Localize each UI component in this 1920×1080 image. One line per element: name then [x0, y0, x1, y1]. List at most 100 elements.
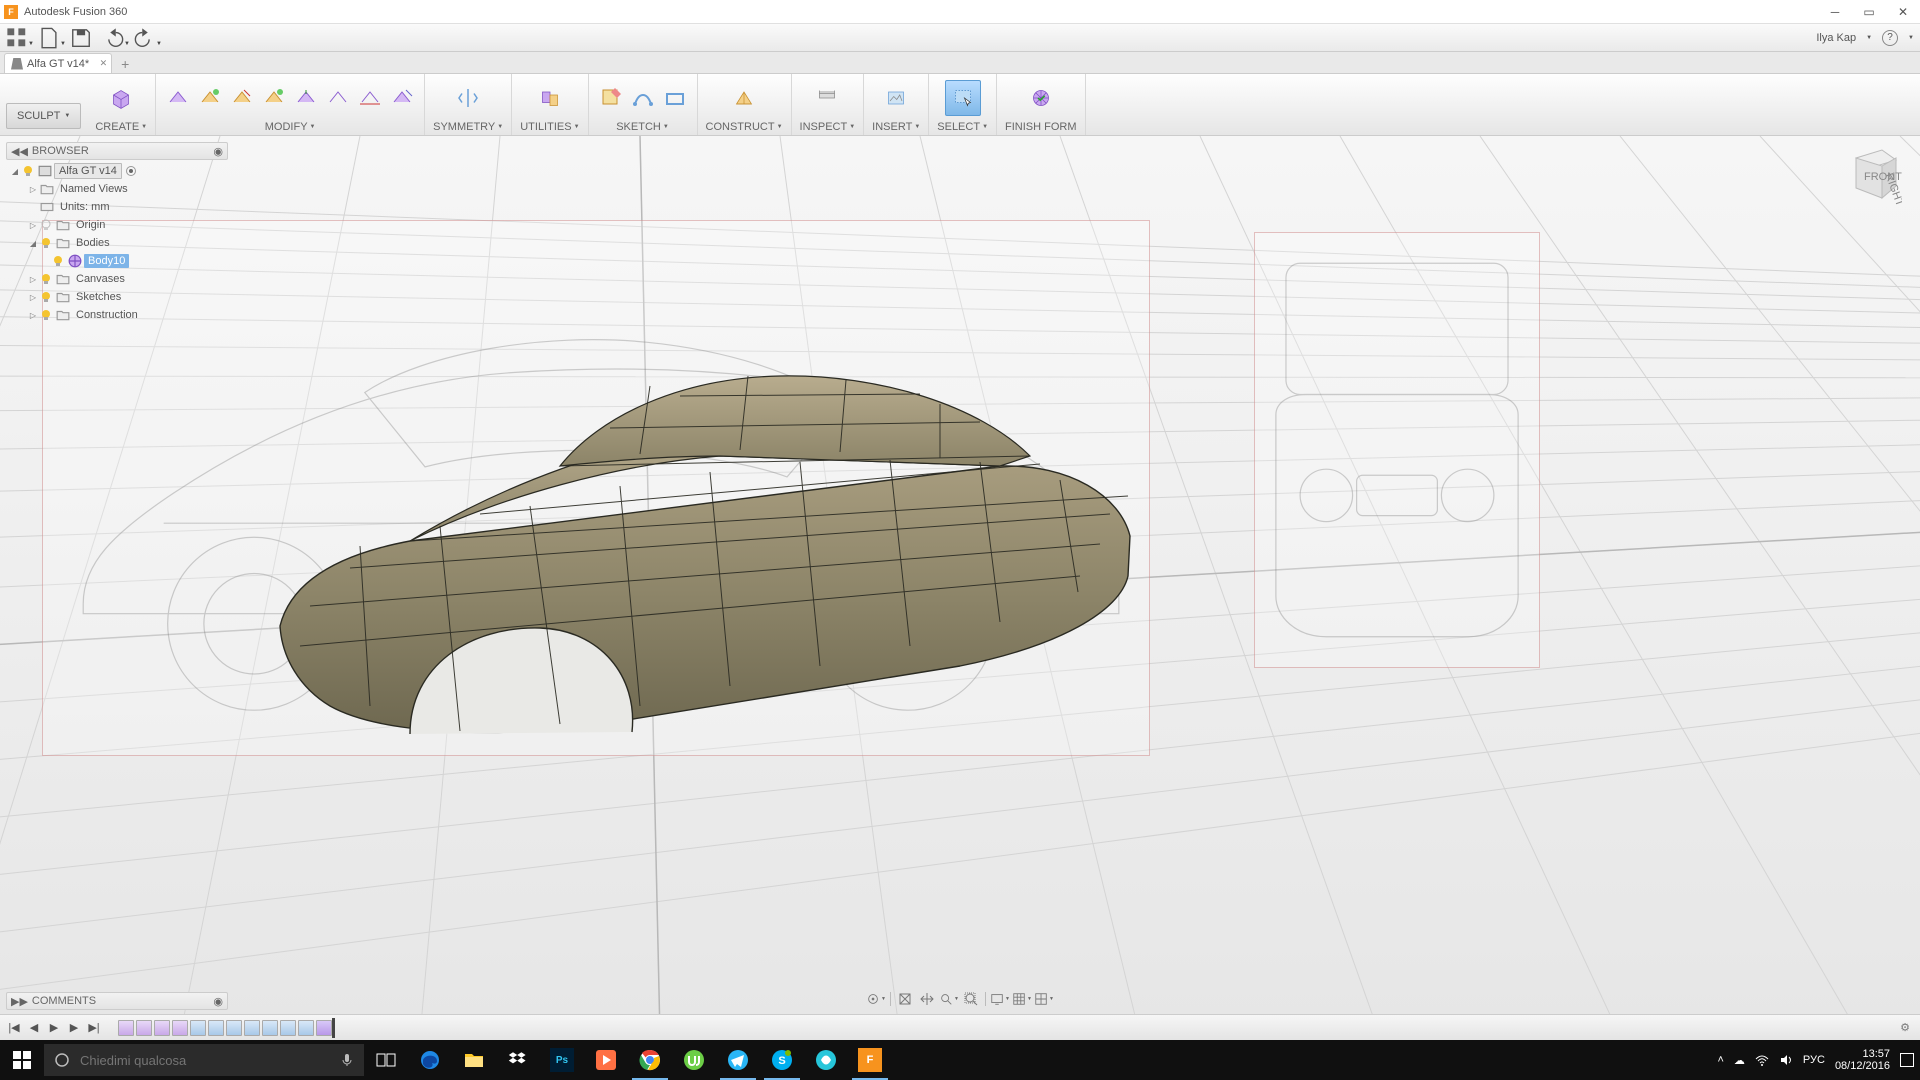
finish-form-button[interactable]	[1023, 80, 1059, 116]
new-tab-button[interactable]: +	[116, 55, 134, 73]
construct-button[interactable]	[726, 80, 762, 116]
timeline-forward-button[interactable]: ▶	[66, 1020, 82, 1036]
modify-tool-2[interactable]	[196, 84, 224, 112]
sketch-tool-3[interactable]	[661, 84, 689, 112]
taskbar-utorrent[interactable]	[672, 1040, 716, 1080]
timeline-item[interactable]	[118, 1020, 134, 1036]
viewport-layout-button[interactable]: ▼	[1034, 990, 1054, 1008]
orbit-button[interactable]: ▼	[866, 990, 886, 1008]
symmetry-button[interactable]	[450, 80, 486, 116]
collapse-icon[interactable]: ◀◀	[11, 145, 28, 158]
tray-onedrive-icon[interactable]: ☁	[1734, 1054, 1745, 1067]
tree-canvases[interactable]: ▷ Canvases	[6, 270, 228, 288]
viewcube[interactable]: FRONT RIGHT	[1836, 144, 1902, 210]
tree-named-views[interactable]: ▷ Named Views	[6, 180, 228, 198]
comments-panel[interactable]: ▶▶ COMMENTS ◉	[6, 992, 228, 1010]
timeline-item[interactable]	[298, 1020, 314, 1036]
modify-tool-8[interactable]	[388, 84, 416, 112]
maximize-button[interactable]: ▭	[1852, 0, 1886, 24]
panel-settings-icon[interactable]: ◉	[213, 995, 223, 1008]
tray-language[interactable]: РУС	[1803, 1054, 1825, 1066]
timeline-item[interactable]	[190, 1020, 206, 1036]
task-view-button[interactable]	[364, 1040, 408, 1080]
cortana-search[interactable]	[44, 1044, 364, 1076]
tree-body10[interactable]: Body10	[6, 252, 228, 270]
zoom-button[interactable]: ▼	[939, 990, 959, 1008]
viewport[interactable]: FRONT RIGHT ◀◀ BROWSER ◉ ◢ Alfa GT v14 ▷…	[0, 136, 1920, 1038]
visibility-icon[interactable]	[40, 291, 52, 303]
taskbar-edge[interactable]	[408, 1040, 452, 1080]
sketch-tool-1[interactable]	[597, 84, 625, 112]
close-button[interactable]: ✕	[1886, 0, 1920, 24]
visibility-icon[interactable]	[22, 165, 34, 177]
modify-tool-6[interactable]	[324, 84, 352, 112]
taskbar-app[interactable]	[804, 1040, 848, 1080]
timeline-item[interactable]	[154, 1020, 170, 1036]
user-name[interactable]: Ilya Kap	[1816, 32, 1856, 44]
tray-volume-icon[interactable]	[1779, 1053, 1793, 1067]
activate-radio[interactable]	[126, 166, 136, 176]
modify-tool-3[interactable]	[228, 84, 256, 112]
tree-construction[interactable]: ▷ Construction	[6, 306, 228, 324]
app-menu-button[interactable]: ▼	[6, 27, 28, 49]
tab-close-button[interactable]: ✕	[100, 58, 108, 69]
timeline-item[interactable]	[226, 1020, 242, 1036]
timeline-item[interactable]	[172, 1020, 188, 1036]
new-file-button[interactable]: ▼	[38, 27, 60, 49]
timeline-item[interactable]	[208, 1020, 224, 1036]
modify-tool-4[interactable]	[260, 84, 288, 112]
mic-icon[interactable]	[340, 1053, 354, 1067]
visibility-icon[interactable]	[40, 273, 52, 285]
timeline-settings-button[interactable]: ⚙	[1896, 1019, 1914, 1037]
create-box-button[interactable]	[103, 80, 139, 116]
timeline-item[interactable]	[280, 1020, 296, 1036]
start-button[interactable]	[0, 1040, 44, 1080]
look-at-button[interactable]	[895, 990, 915, 1008]
taskbar-telegram[interactable]	[716, 1040, 760, 1080]
grid-settings-button[interactable]: ▼	[1012, 990, 1032, 1008]
visibility-icon[interactable]	[40, 309, 52, 321]
timeline-end-button[interactable]: ▶|	[86, 1020, 102, 1036]
inspect-button[interactable]	[809, 80, 845, 116]
document-tab[interactable]: Alfa GT v14* ✕	[4, 53, 112, 73]
taskbar-fusion[interactable]: F	[848, 1040, 892, 1080]
timeline-playhead[interactable]	[332, 1018, 335, 1038]
modify-tool-1[interactable]	[164, 84, 192, 112]
visibility-icon[interactable]	[40, 237, 52, 249]
sketch-tool-2[interactable]	[629, 84, 657, 112]
timeline-item[interactable]	[262, 1020, 278, 1036]
taskbar-explorer[interactable]	[452, 1040, 496, 1080]
insert-button[interactable]	[878, 80, 914, 116]
tray-wifi-icon[interactable]	[1755, 1053, 1769, 1067]
timeline-play-button[interactable]: ▶	[46, 1020, 62, 1036]
taskbar-media[interactable]	[584, 1040, 628, 1080]
visibility-icon[interactable]	[52, 255, 64, 267]
visibility-icon[interactable]	[40, 219, 52, 231]
tree-root[interactable]: ◢ Alfa GT v14	[6, 162, 228, 180]
timeline-item[interactable]	[244, 1020, 260, 1036]
taskbar-dropbox[interactable]	[496, 1040, 540, 1080]
modify-tool-7[interactable]	[356, 84, 384, 112]
taskbar-skype[interactable]: S	[760, 1040, 804, 1080]
redo-button[interactable]: ▼	[134, 27, 156, 49]
save-button[interactable]	[70, 27, 92, 49]
tspline-body[interactable]	[240, 346, 1150, 746]
taskbar-photoshop[interactable]: Ps	[540, 1040, 584, 1080]
tree-origin[interactable]: ▷ Origin	[6, 216, 228, 234]
panel-settings-icon[interactable]: ◉	[213, 145, 223, 158]
fit-button[interactable]	[961, 990, 981, 1008]
display-settings-button[interactable]: ▼	[990, 990, 1010, 1008]
timeline-back-button[interactable]: ◀	[26, 1020, 42, 1036]
taskbar-chrome[interactable]	[628, 1040, 672, 1080]
undo-button[interactable]: ▼	[102, 27, 124, 49]
tray-chevron-icon[interactable]: ˄	[1717, 1054, 1723, 1066]
minimize-button[interactable]: ─	[1818, 0, 1852, 24]
select-button[interactable]	[945, 80, 981, 116]
help-button[interactable]: ?	[1882, 30, 1898, 46]
tree-units[interactable]: Units: mm	[6, 198, 228, 216]
timeline-start-button[interactable]: |◀	[6, 1020, 22, 1036]
timeline-item[interactable]	[136, 1020, 152, 1036]
expand-icon[interactable]: ▶▶	[11, 995, 28, 1008]
tray-clock[interactable]: 13:5708/12/2016	[1835, 1048, 1890, 1072]
tree-sketches[interactable]: ▷ Sketches	[6, 288, 228, 306]
